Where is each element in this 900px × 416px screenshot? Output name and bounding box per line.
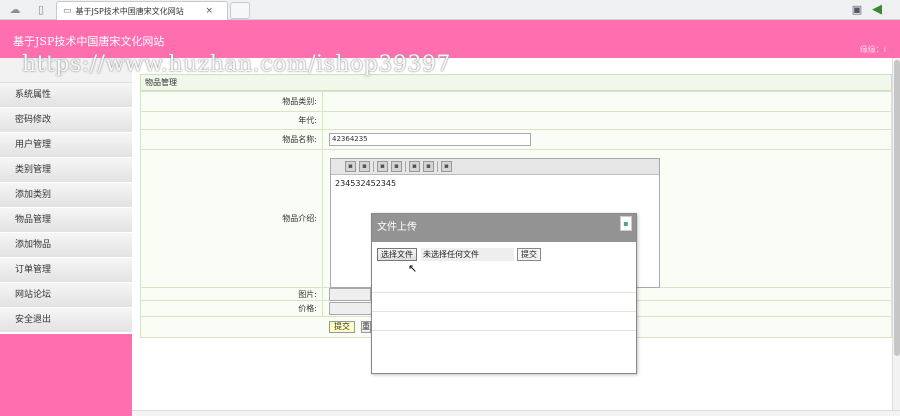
sidebar-item-forum[interactable]: 网站论坛 (0, 283, 132, 308)
toolbar-divider (373, 161, 374, 172)
price-label: 价格: (141, 301, 323, 316)
category-select[interactable] (323, 92, 891, 111)
editor-content[interactable]: 234532452345 (331, 175, 659, 192)
dialog-divider-lines (372, 292, 636, 349)
sidebar-item-item-management[interactable]: 物品管理 (0, 208, 132, 233)
editor-table-icon[interactable]: ▪ (409, 161, 420, 172)
sidebar-item-change-password[interactable]: 密码修改 (0, 108, 132, 133)
status-bar (132, 410, 900, 416)
toolbar-divider (437, 161, 438, 172)
file-row: 选择文件 未选择任何文件 提交 (377, 248, 631, 261)
breadcrumb: 物品管理 (140, 74, 892, 91)
mouse-cursor-icon: ↖ (408, 262, 418, 275)
editor-file-icon[interactable]: ▪ (391, 161, 402, 172)
dialog-title: 文件上传 (377, 222, 417, 233)
sidebar-header (0, 58, 132, 83)
upload-submit-button[interactable]: 提交 (517, 248, 541, 261)
editor-toolbar: ▪ ▪ ▪ ▪ ▪ ▪ ▪ (331, 159, 659, 175)
site-header: 基于JSP技术中国唐宋文化网站 缘缘：i (0, 20, 900, 58)
editor-image-icon[interactable]: ▪ (345, 161, 356, 172)
vertical-scrollbar[interactable] (892, 58, 900, 410)
sidebar-item-user-management[interactable]: 用户管理 (0, 133, 132, 158)
dialog-body: 选择文件 未选择任何文件 提交 ↖ (372, 242, 636, 275)
form-row-era: 年代: (141, 112, 891, 130)
actions-spacer (141, 317, 323, 337)
document-icon[interactable]: ▯ (34, 3, 48, 17)
sidebar-item-logout[interactable]: 安全退出 (0, 308, 132, 333)
scrollbar-thumb[interactable] (894, 60, 900, 356)
category-label: 物品类别: (141, 92, 323, 111)
name-label: 物品名称: (141, 130, 323, 149)
reader-icon[interactable]: ▣ (850, 3, 864, 17)
tab-close-icon[interactable]: × (206, 6, 214, 16)
form-row-name: 物品名称: 42364235 (141, 130, 891, 150)
editor-source-icon[interactable]: ▪ (441, 161, 452, 172)
sidebar-item-order-management[interactable]: 订单管理 (0, 258, 132, 283)
submit-button[interactable]: 提交 (329, 321, 355, 333)
era-select[interactable] (323, 112, 891, 129)
file-upload-dialog: 文件上传 ▪ 选择文件 未选择任何文件 提交 ↖ (371, 213, 637, 374)
welcome-text: 缘缘：i (859, 45, 886, 54)
editor-link-icon[interactable]: ▪ (423, 161, 434, 172)
sidebar-footer (0, 334, 132, 416)
cloud-icon[interactable]: ☁ (8, 3, 22, 17)
back-arrow-icon[interactable]: ◀ (870, 3, 884, 17)
site-title: 基于JSP技术中国唐宋文化网站 (13, 35, 165, 48)
sidebar-item-add-category[interactable]: 添加类别 (0, 183, 132, 208)
browser-tab[interactable]: ▭ 基于JSP技术中国唐宋文化网站 × (56, 1, 228, 20)
toolbar-divider (405, 161, 406, 172)
new-tab-button[interactable] (230, 2, 250, 19)
era-label: 年代: (141, 112, 323, 129)
picture-label: 图片: (141, 288, 323, 300)
no-file-text: 未选择任何文件 (421, 248, 514, 261)
dialog-header: 文件上传 ▪ (372, 214, 636, 242)
intro-label: 物品介绍: (141, 150, 323, 287)
reset-button[interactable]: 重 (361, 321, 371, 333)
dialog-close-icon[interactable]: ▪ (620, 216, 632, 231)
editor-media-icon[interactable]: ▪ (377, 161, 388, 172)
choose-file-button[interactable]: 选择文件 (377, 248, 417, 261)
picture-input[interactable] (329, 287, 371, 301)
editor-flash-icon[interactable]: ▪ (359, 161, 370, 172)
name-input[interactable]: 42364235 (329, 133, 531, 146)
sidebar: 系统属性 密码修改 用户管理 类别管理 添加类别 物品管理 添加物品 订单管理 … (0, 58, 132, 416)
form-row-category: 物品类别: (141, 92, 891, 112)
sidebar-item-add-item[interactable]: 添加物品 (0, 233, 132, 258)
browser-tab-bar: ☁ ▯ ▭ 基于JSP技术中国唐宋文化网站 × ▣ ◀ (0, 0, 900, 20)
page-icon: ▭ (63, 6, 72, 16)
tab-title: 基于JSP技术中国唐宋文化网站 (75, 6, 184, 16)
sidebar-item-category-management[interactable]: 类别管理 (0, 158, 132, 183)
sidebar-item-system-properties[interactable]: 系统属性 (0, 83, 132, 108)
